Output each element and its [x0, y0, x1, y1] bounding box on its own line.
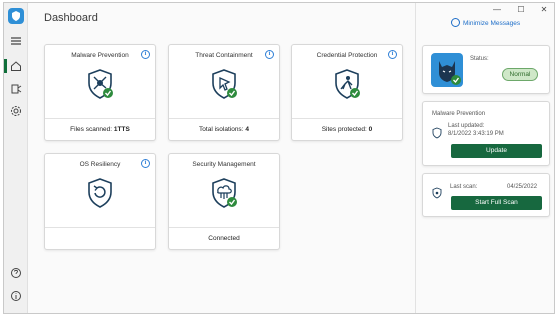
footer-label: Connected — [208, 235, 240, 242]
status-logo-icon — [431, 53, 463, 87]
info-icon[interactable]: i — [265, 50, 274, 59]
minimize-messages-icon — [451, 18, 460, 27]
menu-icon[interactable] — [9, 34, 23, 48]
card-os-resiliency[interactable]: OS Resiliency i — [44, 153, 156, 250]
status-badge: Normal — [502, 68, 538, 81]
help-icon[interactable] — [9, 266, 23, 280]
security-management-icon — [207, 176, 241, 210]
card-malware-prevention[interactable]: Malware Prevention i Files scanned: 1TTS — [44, 44, 156, 141]
last-scan-date: 04/25/2022 — [507, 184, 538, 190]
panel-title: Malware Prevention — [432, 111, 486, 117]
info-circle-icon[interactable] — [9, 289, 23, 303]
scan-panel: Last scan: 04/25/2022 Start Full Scan — [422, 173, 550, 217]
scan-shield-icon — [431, 186, 443, 199]
app-window: Dashboard Malware Prevention i Files sca… — [3, 2, 555, 314]
info-icon[interactable]: i — [141, 50, 150, 59]
malware-update-panel: Malware Prevention Last updated: 8/1/202… — [422, 101, 550, 166]
card-threat-containment[interactable]: Threat Containment i Total isolations: 4 — [168, 44, 280, 141]
footer-label: Total isolations: — [199, 126, 244, 133]
malware-shield-icon — [83, 67, 117, 101]
card-footer: Files scanned: 1TTS — [45, 118, 155, 140]
info-icon[interactable]: i — [141, 159, 150, 168]
last-updated-value: 8/1/2022 3:43:19 PM — [448, 131, 504, 137]
close-window-button[interactable]: ✕ — [539, 5, 549, 14]
card-footer: Total isolations: 4 — [169, 118, 279, 140]
panel-divider — [415, 3, 416, 313]
footer-value: 0 — [368, 126, 373, 133]
card-title: OS Resiliency — [79, 161, 121, 168]
page-title: Dashboard — [44, 12, 98, 24]
home-icon[interactable] — [9, 59, 23, 73]
update-button[interactable]: Update — [451, 144, 542, 158]
card-credential-protection[interactable]: Credential Protection i Sites protected:… — [291, 44, 403, 141]
scan-icon[interactable] — [9, 82, 23, 96]
card-title: Threat Containment — [195, 52, 253, 59]
status-panel: Status: Normal — [422, 45, 550, 94]
card-title: Security Management — [192, 161, 256, 168]
credential-protection-icon — [330, 67, 364, 101]
minimize-messages-link[interactable]: Minimize Messages — [451, 18, 520, 27]
last-scan-label: Last scan: — [450, 184, 478, 190]
settings-gear-icon[interactable] — [9, 104, 23, 118]
minimize-window-button[interactable]: — — [492, 5, 502, 14]
card-footer: Sites protected: 0 — [292, 118, 402, 140]
footer-value: 4 — [245, 126, 249, 133]
card-footer: Connected — [169, 227, 279, 249]
threat-containment-icon — [207, 67, 241, 101]
minimize-messages-label: Minimize Messages — [463, 20, 521, 27]
card-title: Malware Prevention — [71, 52, 129, 59]
os-resiliency-icon — [83, 176, 117, 210]
card-footer — [45, 227, 155, 249]
status-label: Status: — [470, 56, 489, 62]
shield-icon — [431, 126, 443, 139]
maximize-window-button[interactable]: ☐ — [516, 5, 526, 14]
footer-label: Sites protected: — [321, 126, 367, 133]
active-indicator — [4, 59, 7, 73]
app-logo-icon — [8, 8, 24, 24]
card-security-management[interactable]: Security Management Connected — [168, 153, 280, 250]
info-icon[interactable]: i — [388, 50, 397, 59]
last-updated-label: Last updated: — [448, 123, 485, 129]
nav-rail — [4, 3, 28, 313]
card-title: Credential Protection — [316, 52, 378, 59]
footer-value: 1TTS — [113, 126, 130, 133]
start-full-scan-button[interactable]: Start Full Scan — [451, 196, 542, 210]
footer-label: Files scanned: — [70, 126, 113, 133]
